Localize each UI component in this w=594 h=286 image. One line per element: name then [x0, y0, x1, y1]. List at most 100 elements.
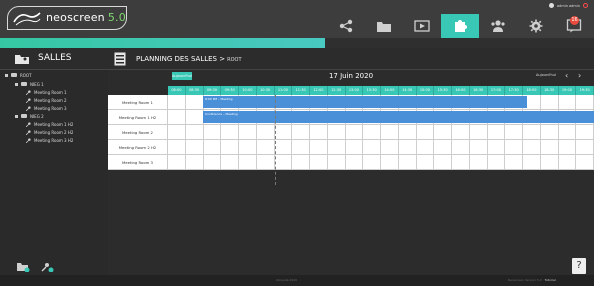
nav-users[interactable]: UTILISATEURS [479, 14, 517, 57]
room-name[interactable]: Meeting Room 2 H2 [108, 140, 168, 155]
time-slot[interactable] [328, 125, 346, 139]
previous-day-button[interactable]: ‹ [565, 71, 568, 80]
time-slot[interactable] [275, 140, 293, 154]
nav-notifications[interactable]: 16 ▶ NOTIFICATIONS [555, 14, 593, 57]
time-slot[interactable] [292, 155, 310, 169]
time-slot[interactable] [488, 155, 506, 169]
time-slot[interactable] [221, 125, 239, 139]
time-slot[interactable] [257, 155, 275, 169]
time-slot[interactable] [346, 140, 364, 154]
time-slot[interactable] [363, 155, 381, 169]
time-slot[interactable] [470, 125, 488, 139]
time-slot[interactable] [541, 155, 559, 169]
time-slot[interactable] [559, 125, 577, 139]
time-slot[interactable] [275, 125, 293, 139]
time-slot[interactable] [488, 140, 506, 154]
time-slot[interactable] [559, 155, 577, 169]
time-slot[interactable] [221, 140, 239, 154]
add-room-icon[interactable] [40, 262, 54, 272]
next-day-button[interactable]: › [578, 71, 581, 80]
time-slot[interactable] [363, 140, 381, 154]
nav-dashboard[interactable]: TABLEAU DE BORD [327, 14, 365, 57]
time-slot[interactable] [541, 125, 559, 139]
time-slot[interactable] [328, 155, 346, 169]
time-slot[interactable] [417, 140, 435, 154]
time-slot[interactable] [576, 155, 594, 169]
time-slot[interactable] [417, 125, 435, 139]
nav-modules[interactable]: MODULES [441, 14, 479, 57]
time-slot[interactable] [310, 140, 328, 154]
time-slot[interactable] [186, 110, 204, 124]
nav-settings[interactable]: PARAMÈTRES [517, 14, 555, 57]
time-slot[interactable] [399, 155, 417, 169]
time-slot[interactable] [523, 140, 541, 154]
time-slot[interactable] [168, 140, 186, 154]
time-slot[interactable] [381, 125, 399, 139]
power-icon[interactable] [583, 3, 588, 8]
time-slot[interactable] [434, 125, 452, 139]
nav-broadcast[interactable]: DIFFUSION [403, 14, 441, 57]
time-slot[interactable] [292, 140, 310, 154]
tree-item-room[interactable]: Meeting Room 3 H2 [26, 136, 73, 144]
tree-item-room[interactable]: Meeting Room 1 [26, 88, 67, 96]
time-slot[interactable] [168, 125, 186, 139]
time-slot[interactable] [204, 155, 222, 169]
time-slot[interactable] [523, 155, 541, 169]
view-label[interactable]: Aujourd'hui [536, 73, 556, 77]
time-slot[interactable] [505, 155, 523, 169]
help-button[interactable]: ? [572, 258, 586, 274]
time-slot[interactable] [399, 125, 417, 139]
time-slot[interactable] [204, 140, 222, 154]
time-slot[interactable] [239, 125, 257, 139]
tutorial-link[interactable]: Tutoriel [545, 278, 556, 282]
time-slot[interactable] [541, 95, 559, 109]
time-slot[interactable] [452, 155, 470, 169]
time-slot[interactable] [470, 140, 488, 154]
add-folder-icon[interactable] [16, 262, 30, 272]
time-slot[interactable] [221, 155, 239, 169]
time-slot[interactable] [381, 140, 399, 154]
time-slot[interactable] [186, 95, 204, 109]
time-slot[interactable] [541, 140, 559, 154]
time-slot[interactable] [168, 110, 186, 124]
room-name[interactable]: Meeting Room 1 H2 [108, 110, 168, 125]
tree-item-root[interactable]: ROOT [5, 71, 32, 79]
time-slot[interactable] [239, 155, 257, 169]
time-slot[interactable] [257, 125, 275, 139]
time-slot[interactable] [346, 125, 364, 139]
tree-item-room[interactable]: Meeting Room 2 [26, 96, 67, 104]
time-slot[interactable] [470, 155, 488, 169]
time-slot[interactable] [576, 125, 594, 139]
time-slot[interactable] [168, 95, 186, 109]
time-slot[interactable] [505, 125, 523, 139]
time-slot[interactable] [186, 155, 204, 169]
time-slot[interactable] [434, 155, 452, 169]
tree-item-room[interactable]: Meeting Room 1 H2 [26, 120, 73, 128]
time-slot[interactable] [523, 125, 541, 139]
booking[interactable]: Conférence – Meeting [203, 111, 594, 123]
time-slot[interactable] [559, 140, 577, 154]
time-slot[interactable] [328, 140, 346, 154]
time-slot[interactable] [239, 140, 257, 154]
time-slot[interactable] [417, 155, 435, 169]
room-name[interactable]: Meeting Room 1 [108, 95, 168, 110]
nav-media[interactable]: MÉDIATHÈQUE [365, 14, 403, 57]
time-slot[interactable] [168, 155, 186, 169]
time-slot[interactable] [576, 95, 594, 109]
time-slot[interactable] [186, 140, 204, 154]
logo[interactable]: neoscreen 5.0 [7, 6, 127, 30]
tree-item-room[interactable]: Meeting Room 3 [26, 104, 67, 112]
user-area[interactable]: admin admin [548, 3, 588, 8]
tree-item-room[interactable]: Meeting Room 2 H2 [26, 128, 73, 136]
time-slot[interactable] [310, 155, 328, 169]
time-slot[interactable] [452, 125, 470, 139]
time-slot[interactable] [186, 125, 204, 139]
time-slot[interactable] [363, 125, 381, 139]
time-slot[interactable] [505, 140, 523, 154]
breadcrumb[interactable]: ROOT [227, 57, 241, 63]
time-slot[interactable] [310, 125, 328, 139]
time-slot[interactable] [381, 155, 399, 169]
time-slot[interactable] [346, 155, 364, 169]
time-slot[interactable] [257, 140, 275, 154]
time-slot[interactable] [204, 125, 222, 139]
